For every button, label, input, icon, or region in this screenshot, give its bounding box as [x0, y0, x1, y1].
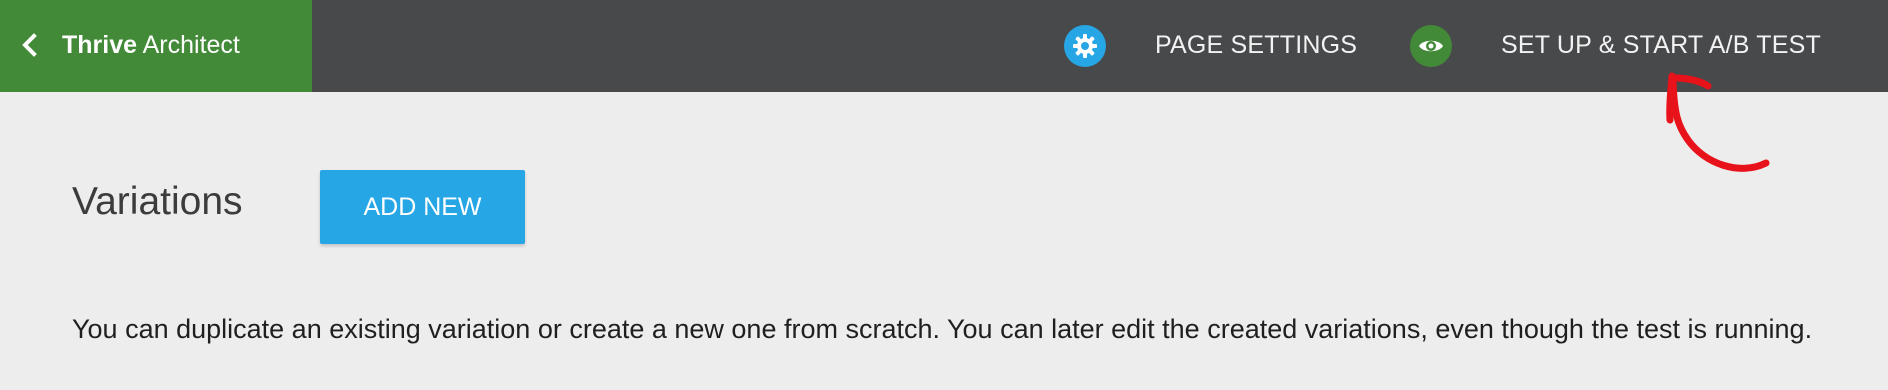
description-text: You can duplicate an existing variation … — [72, 314, 1813, 344]
back-to-editor-button[interactable]: Thrive Architect — [0, 0, 312, 92]
ab-test-button[interactable]: SET UP & START A/B TEST — [1501, 29, 1821, 61]
page-title: Variations — [72, 180, 243, 223]
brand-title-rest: Architect — [142, 31, 240, 59]
top-toolbar: Thrive Architect PAGE SETTINGS SET UP & … — [0, 0, 1888, 92]
brand-title: Thrive Architect — [62, 29, 240, 61]
gear-icon[interactable] — [1064, 25, 1106, 67]
brand-title-bold: Thrive — [62, 31, 138, 59]
chevron-left-icon — [18, 29, 42, 61]
eye-icon[interactable] — [1410, 25, 1452, 67]
add-new-button[interactable]: ADD NEW — [320, 170, 525, 244]
page-settings-label[interactable]: PAGE SETTINGS — [1155, 29, 1357, 61]
